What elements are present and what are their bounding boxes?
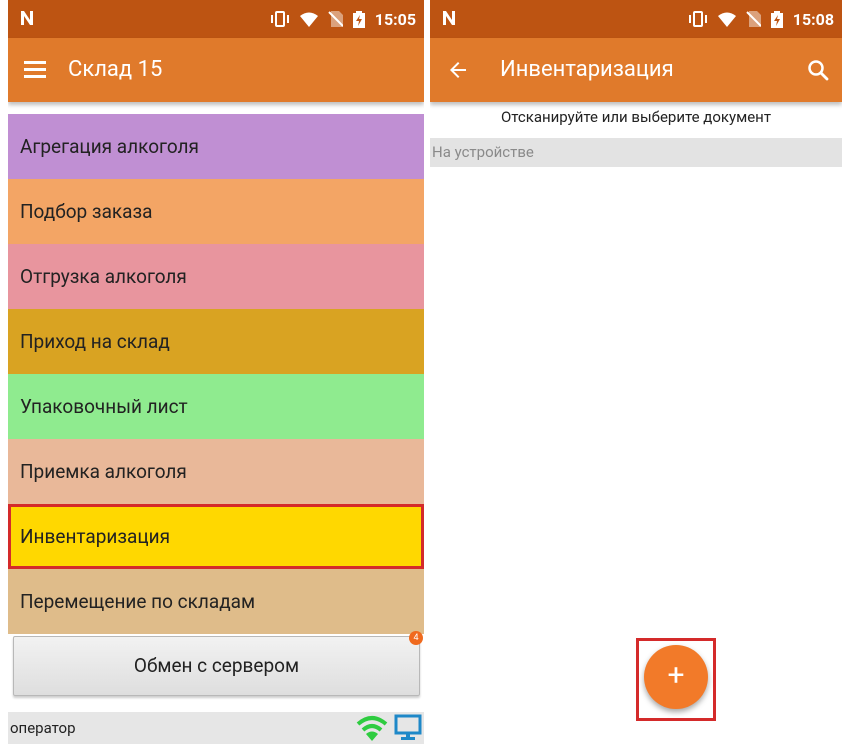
app-bar: Инвентаризация bbox=[430, 38, 842, 102]
server-exchange-label: Обмен с сервером bbox=[133, 654, 300, 677]
vibrate-icon bbox=[270, 11, 289, 27]
warehouse-screen: 15:05 Склад 15 Агрегация алкоголя Подбор… bbox=[8, 0, 424, 744]
vibrate-icon bbox=[688, 11, 707, 27]
menu-item-alcohol-acceptance[interactable]: Приемка алкоголя bbox=[8, 439, 424, 504]
status-bar: 15:08 bbox=[430, 0, 842, 38]
battery-icon bbox=[770, 10, 783, 28]
status-time: 15:05 bbox=[374, 9, 416, 29]
menu-item-inventory[interactable]: Инвентаризация bbox=[8, 504, 424, 569]
notification-badge: 4 bbox=[409, 631, 423, 645]
notification-n-icon bbox=[21, 11, 33, 25]
menu-item-alcohol-shipment[interactable]: Отгрузка алкоголя bbox=[8, 244, 424, 309]
no-sim-icon bbox=[328, 11, 343, 27]
connection-wifi-icon bbox=[356, 716, 388, 741]
menu-item-warehouse-transfer[interactable]: Перемещение по складам bbox=[8, 569, 424, 634]
section-header-on-device: На устройстве bbox=[430, 138, 842, 167]
notification-n-icon bbox=[443, 11, 455, 25]
back-arrow-icon[interactable] bbox=[446, 58, 470, 82]
page-title: Инвентаризация bbox=[500, 57, 674, 82]
inventory-screen: 15:08 Инвентаризация Отсканируйте или вы… bbox=[430, 0, 842, 744]
app-bar: Склад 15 bbox=[8, 38, 424, 102]
menu-item-packing-list[interactable]: Упаковочный лист bbox=[8, 374, 424, 439]
scan-hint: Отсканируйте или выберите документ bbox=[500, 108, 772, 126]
menu-icon[interactable] bbox=[24, 59, 48, 81]
menu-item-aggregation[interactable]: Агрегация алкоголя bbox=[8, 114, 424, 179]
operator-label: оператор bbox=[10, 719, 76, 737]
menu-item-warehouse-receipt[interactable]: Приход на склад bbox=[8, 309, 424, 374]
no-sim-icon bbox=[746, 11, 761, 27]
add-document-button[interactable]: + bbox=[644, 645, 708, 709]
status-time: 15:08 bbox=[792, 9, 834, 29]
status-bar: 15:05 bbox=[8, 0, 424, 38]
battery-icon bbox=[352, 10, 365, 28]
monitor-icon bbox=[394, 714, 422, 740]
wifi-icon bbox=[717, 12, 736, 27]
search-icon[interactable] bbox=[806, 58, 830, 82]
operations-menu: Агрегация алкоголя Подбор заказа Отгрузк… bbox=[8, 114, 424, 634]
menu-item-order-picking[interactable]: Подбор заказа bbox=[8, 179, 424, 244]
wifi-icon bbox=[299, 12, 318, 27]
server-exchange-button[interactable]: Обмен с сервером 4 bbox=[13, 631, 423, 696]
operator-bar: оператор bbox=[8, 712, 424, 744]
page-title: Склад 15 bbox=[68, 57, 163, 82]
